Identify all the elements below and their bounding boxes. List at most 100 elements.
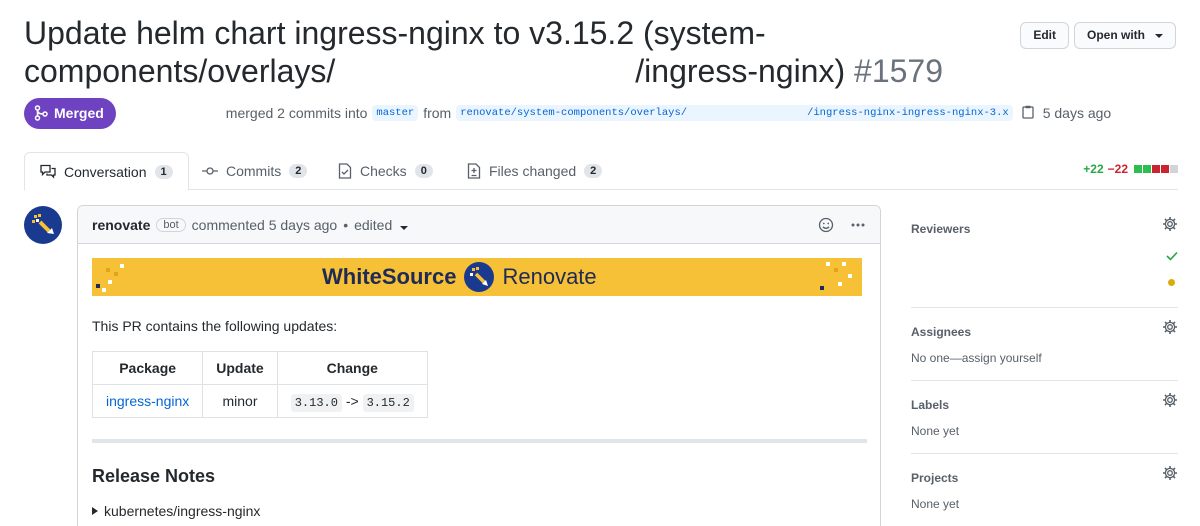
banner-brand-whitesource: WhiteSource	[322, 264, 457, 289]
comment-header: renovate bot commented 5 days ago • edit…	[78, 206, 880, 244]
pr-tabs: Conversation 1 Commits 2 Checks 0 Files …	[24, 152, 1178, 191]
merged-time: 5 days ago	[1042, 105, 1112, 121]
comment-author[interactable]: renovate	[92, 217, 150, 233]
head-branch-part1: renovate/system-components/overlays/	[460, 107, 688, 119]
pending-dot-icon	[1168, 279, 1175, 286]
renovate-logo-icon	[464, 262, 495, 292]
comment-card: renovate bot commented 5 days ago • edit…	[77, 205, 881, 526]
release-notes-details[interactable]: kubernetes/ingress-nginx	[92, 503, 260, 519]
banner-pixel	[108, 280, 112, 284]
tab-label: Commits	[226, 163, 282, 179]
table-header: Change	[276, 351, 428, 385]
gear-icon[interactable]	[1162, 319, 1178, 338]
tab-files-changed[interactable]: Files changed 2	[452, 152, 617, 190]
edited-dropdown[interactable]: edited	[354, 217, 409, 233]
renovate-banner: WhiteSource Renovate	[92, 258, 862, 296]
divider	[911, 307, 1178, 308]
gear-icon[interactable]	[1162, 465, 1178, 484]
triangle-right-icon	[92, 507, 98, 515]
sidebar-reviewers: Reviewers	[911, 217, 1178, 286]
banner-pixel	[114, 272, 118, 276]
tab-counter: 2	[584, 164, 603, 178]
package-link[interactable]: ingress-nginx	[91, 384, 204, 418]
release-notes-heading: Release Notes	[92, 466, 216, 486]
comment-actions	[818, 217, 866, 233]
diffstat[interactable]: +22 −22	[1083, 162, 1178, 176]
comment-discussion-icon	[40, 164, 56, 179]
divider	[911, 453, 1178, 454]
sidebar-labels: Labels None yet	[911, 393, 1178, 438]
base-branch[interactable]: master	[372, 105, 419, 121]
tab-label: Checks	[360, 163, 407, 179]
check-icon	[1166, 248, 1178, 264]
tab-counter: 0	[414, 164, 433, 178]
deletions-count: −22	[1107, 162, 1128, 176]
sidebar-assignees: Assignees No one—assign yourself	[911, 320, 1178, 365]
comment-intro: This PR contains the following updates:	[92, 318, 338, 334]
diffstat-block-deleted	[1161, 165, 1169, 173]
table-row: ingress-nginx minor 3.13.0 -> 3.15.2	[91, 384, 428, 418]
table-header: Update	[202, 351, 278, 385]
tab-label: Conversation	[64, 163, 147, 180]
sidebar-title: Projects	[911, 471, 959, 485]
head-branch[interactable]: renovate/system-components/overlays/ /ing…	[456, 105, 1013, 121]
edit-button[interactable]: Edit	[1020, 22, 1069, 49]
banner-pixel	[848, 274, 852, 278]
sidebar-title: Labels	[911, 398, 950, 412]
bot-label: bot	[156, 217, 186, 232]
diffstat-blocks	[1134, 165, 1178, 173]
divider	[911, 380, 1178, 381]
sidebar-projects: Projects None yet	[911, 466, 1178, 511]
projects-value: None yet	[911, 497, 960, 511]
chevron-down-icon	[400, 225, 409, 230]
banner-pixel	[102, 288, 106, 292]
version-change: 3.13.0 -> 3.15.2	[276, 384, 428, 418]
meta-separator: •	[343, 216, 349, 233]
pr-title-text-2: /ingress-nginx)	[635, 53, 846, 89]
diffstat-block-added	[1143, 165, 1151, 173]
gear-icon[interactable]	[1162, 392, 1178, 411]
header-actions: Edit Open with	[1020, 22, 1176, 49]
smiley-icon[interactable]	[818, 217, 834, 233]
banner-pixel	[120, 264, 124, 268]
comment-action[interactable]: commented 5 days ago	[192, 217, 338, 233]
gear-icon[interactable]	[1162, 216, 1178, 235]
tab-counter: 2	[289, 164, 308, 178]
banner-brand: WhiteSource Renovate	[322, 258, 597, 296]
merged-commits-text: merged 2 commits into	[225, 105, 368, 121]
updates-table: Package Update Change ingress-nginx mino…	[91, 351, 428, 418]
merge-icon	[34, 105, 48, 121]
chevron-down-icon	[1155, 33, 1163, 38]
additions-count: +22	[1083, 162, 1104, 176]
labels-value: None yet	[911, 424, 960, 438]
diffstat-block-deleted	[1152, 165, 1160, 173]
kebab-horizontal-icon[interactable]	[850, 217, 866, 233]
tab-checks[interactable]: Checks 0	[323, 152, 448, 190]
sidebar-title: Reviewers	[911, 222, 971, 236]
version-arrow: ->	[345, 392, 359, 409]
open-with-button[interactable]: Open with	[1074, 22, 1176, 49]
open-with-label: Open with	[1087, 28, 1145, 42]
diffstat-block-neutral	[1170, 165, 1178, 173]
pr-meta: Merged merged 2 commits into master from…	[24, 97, 1174, 129]
table-header-row: Package Update Change	[91, 351, 428, 385]
table-header: Package	[91, 351, 204, 385]
tab-commits[interactable]: Commits 2	[187, 152, 322, 190]
banner-pixel	[820, 286, 824, 290]
status-badge: Merged	[24, 97, 116, 129]
banner-pixel	[842, 262, 846, 266]
banner-pixel	[106, 268, 110, 272]
status-text: Merged	[54, 105, 104, 121]
sidebar-title: Assignees	[911, 325, 972, 339]
banner-pixel	[838, 282, 842, 286]
avatar[interactable]	[24, 206, 62, 244]
tab-counter: 1	[154, 164, 173, 179]
tab-conversation[interactable]: Conversation 1	[24, 152, 189, 191]
banner-pixel	[826, 262, 830, 266]
pr-number: #1579	[854, 53, 943, 89]
version-from: 3.13.0	[290, 393, 342, 412]
from-text: from	[423, 105, 452, 121]
head-branch-part2: /ingress-nginx-ingress-nginx-3.x	[807, 107, 1009, 119]
copy-icon[interactable]	[1022, 105, 1034, 122]
assign-yourself-link[interactable]: No one—assign yourself	[911, 351, 1178, 365]
